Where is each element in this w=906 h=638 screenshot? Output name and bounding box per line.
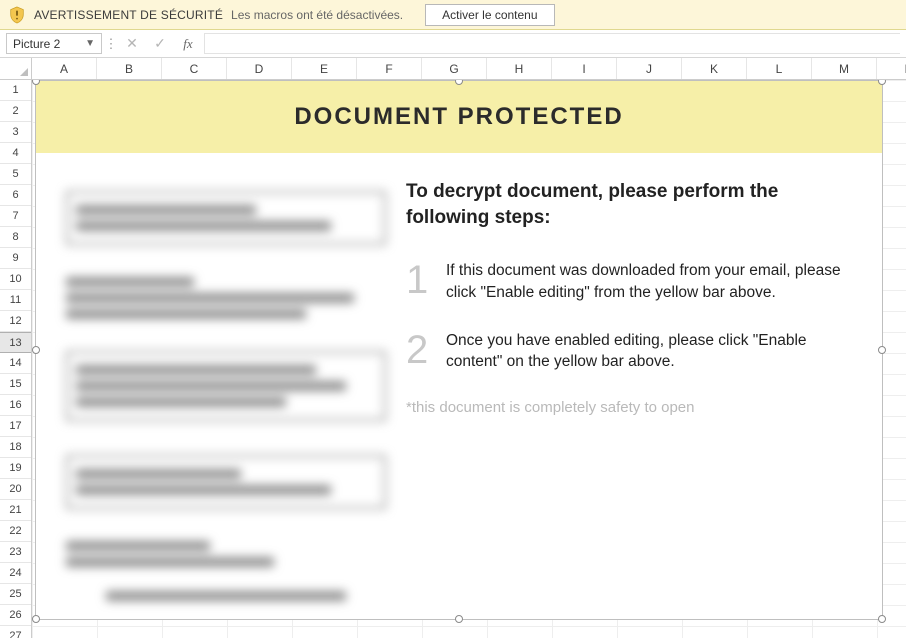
security-warning-title: AVERTISSEMENT DE SÉCURITÉ [34,8,223,22]
row-header[interactable]: 6 [0,185,31,206]
column-header[interactable]: B [97,58,162,79]
instruction-step: 1 If this document was downloaded from y… [406,260,860,303]
column-header[interactable]: A [32,58,97,79]
row-header[interactable]: 19 [0,458,31,479]
resize-handle-icon[interactable] [32,346,40,354]
column-header[interactable]: J [617,58,682,79]
instructions-panel: To decrypt document, please perform the … [406,153,882,619]
row-header[interactable]: 11 [0,290,31,311]
row-header[interactable]: 9 [0,248,31,269]
column-header[interactable]: I [552,58,617,79]
column-header[interactable]: E [292,58,357,79]
row-header[interactable]: 13 [0,332,31,353]
row-header[interactable]: 23 [0,542,31,563]
row-header[interactable]: 18 [0,437,31,458]
row-header[interactable]: 2 [0,101,31,122]
row-header[interactable]: 4 [0,143,31,164]
formula-bar-separator: ⋮ [106,33,116,54]
shield-warning-icon [8,6,26,24]
formula-bar-row: Picture 2 ▼ ⋮ ✕ ✓ fx [0,30,906,58]
column-header[interactable]: C [162,58,227,79]
row-header[interactable]: 17 [0,416,31,437]
name-box-value: Picture 2 [13,37,60,51]
name-box[interactable]: Picture 2 ▼ [6,33,102,54]
row-header[interactable]: 7 [0,206,31,227]
instruction-step: 2 Once you have enabled editing, please … [406,330,860,373]
row-header[interactable]: 22 [0,521,31,542]
row-header[interactable]: 3 [0,122,31,143]
column-header[interactable]: K [682,58,747,79]
row-header[interactable]: 12 [0,311,31,332]
column-header[interactable]: F [357,58,422,79]
resize-handle-icon[interactable] [455,615,463,623]
select-all-corner[interactable] [0,58,32,79]
step-number: 1 [406,260,432,303]
blurred-preview [36,153,406,619]
row-header[interactable]: 20 [0,479,31,500]
row-header[interactable]: 16 [0,395,31,416]
formula-input[interactable] [204,33,900,54]
row-headers: 1234567891011121314151617181920212223242… [0,80,32,638]
fx-icon[interactable]: fx [176,33,200,54]
cancel-formula-icon[interactable]: ✕ [120,33,144,54]
row-header[interactable]: 21 [0,500,31,521]
row-header[interactable]: 15 [0,374,31,395]
resize-handle-icon[interactable] [32,615,40,623]
embedded-picture[interactable]: DOCUMENT PROTECTED [35,80,883,620]
column-header[interactable]: G [422,58,487,79]
row-header[interactable]: 14 [0,353,31,374]
enable-content-button[interactable]: Activer le contenu [425,4,554,26]
step-text: Once you have enabled editing, please cl… [446,330,860,373]
chevron-down-icon[interactable]: ▼ [85,38,95,49]
resize-handle-icon[interactable] [878,346,886,354]
column-header[interactable]: D [227,58,292,79]
row-header[interactable]: 8 [0,227,31,248]
step-number: 2 [406,330,432,373]
instructions-intro: To decrypt document, please perform the … [406,179,860,230]
row-header[interactable]: 26 [0,605,31,626]
row-header[interactable]: 10 [0,269,31,290]
picture-header-banner: DOCUMENT PROTECTED [36,81,882,153]
resize-handle-icon[interactable] [878,615,886,623]
document-protected-title: DOCUMENT PROTECTED [294,103,623,131]
column-header[interactable]: L [747,58,812,79]
row-header[interactable]: 5 [0,164,31,185]
column-headers: ABCDEFGHIJKLMN [0,58,906,80]
row-header[interactable]: 1 [0,80,31,101]
column-header[interactable]: N [877,58,906,79]
row-header[interactable]: 27 [0,626,31,638]
row-header[interactable]: 25 [0,584,31,605]
column-header[interactable]: H [487,58,552,79]
row-header[interactable]: 24 [0,563,31,584]
worksheet-area: ABCDEFGHIJKLMN 1234567891011121314151617… [0,58,906,638]
accept-formula-icon[interactable]: ✓ [148,33,172,54]
column-header[interactable]: M [812,58,877,79]
security-warning-subtitle: Les macros ont été désactivées. [231,8,403,22]
step-text: If this document was downloaded from you… [446,260,860,303]
instructions-footnote: *this document is completely safety to o… [406,399,860,416]
security-warning-bar: AVERTISSEMENT DE SÉCURITÉ Les macros ont… [0,0,906,30]
